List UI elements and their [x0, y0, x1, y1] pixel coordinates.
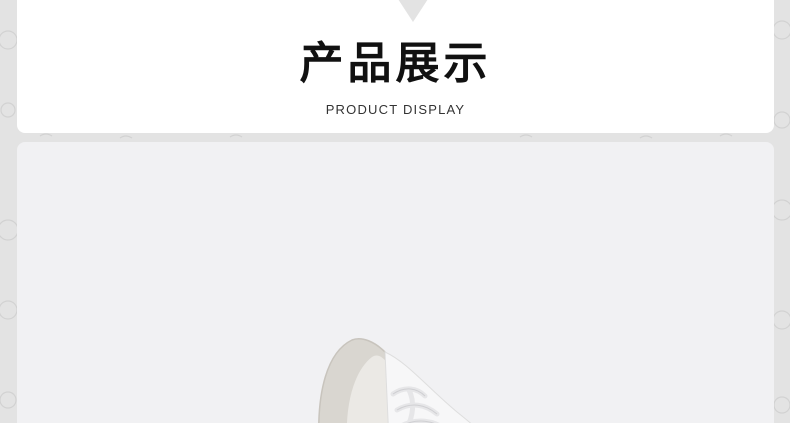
product-photo-panel	[17, 142, 774, 423]
sneaker-image	[318, 338, 472, 423]
section-subtitle: PRODUCT DISPLAY	[325, 102, 466, 117]
section-header-card: 产品展示 PRODUCT DISPLAY	[17, 0, 774, 133]
header-notch	[398, 0, 428, 22]
section-title: 产品展示	[299, 38, 492, 89]
